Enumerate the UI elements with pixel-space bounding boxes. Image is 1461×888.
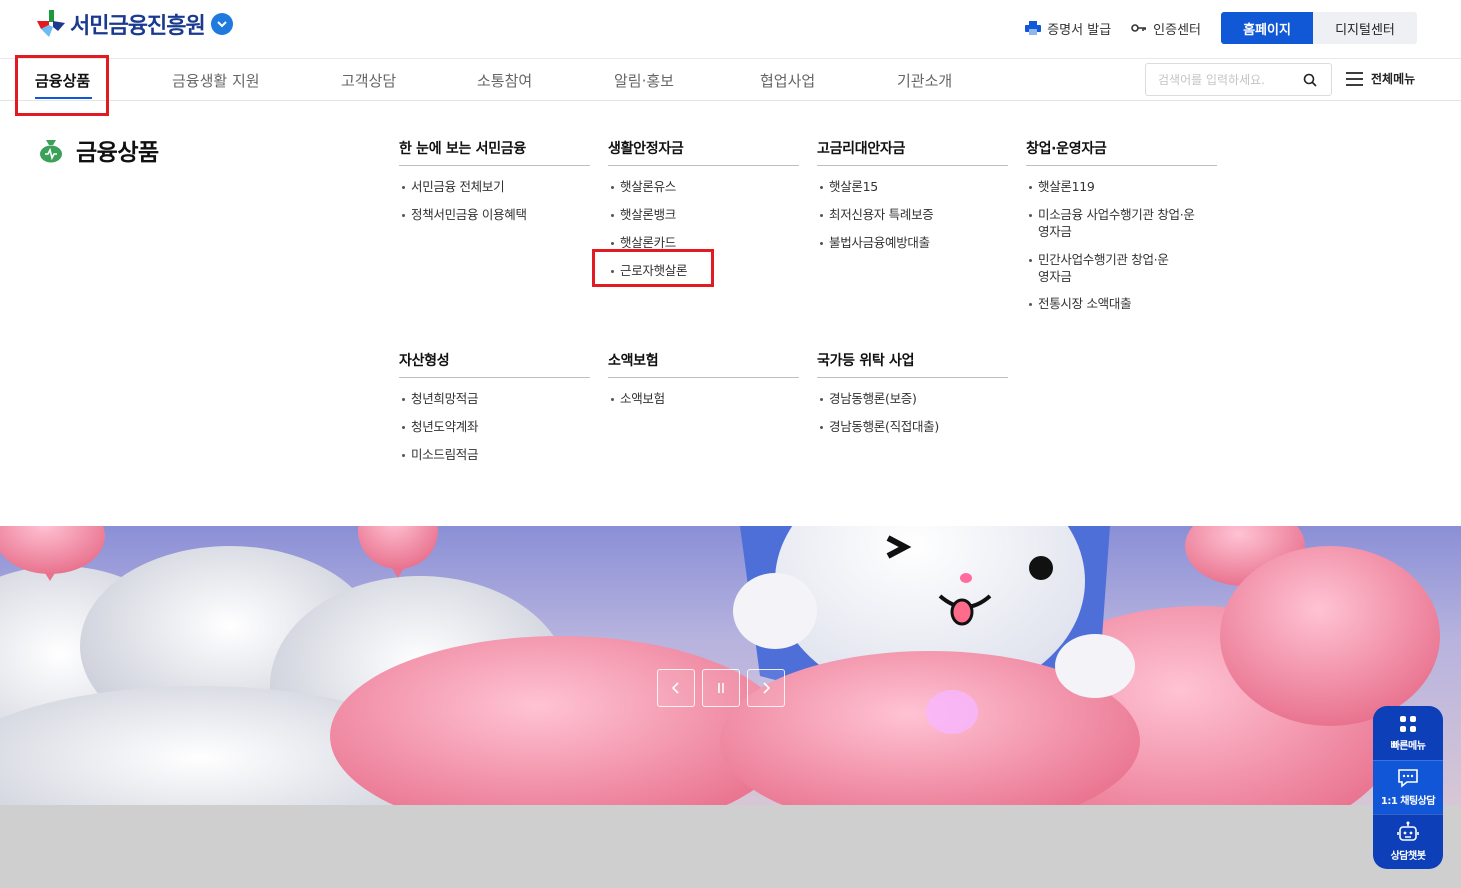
menu-column-micro-insurance: 소액보험 소액보험 <box>608 350 799 419</box>
menu-link[interactable]: 불법사금융예방대출 <box>817 235 1008 252</box>
menu-link[interactable]: 서민금융 전체보기 <box>399 179 590 196</box>
auth-center-link[interactable]: 인증센터 <box>1131 19 1201 38</box>
column-heading: 소액보험 <box>608 350 799 378</box>
certificate-label: 증명서 발급 <box>1047 22 1112 38</box>
menu-link[interactable]: 민간사업수행기관 창업·운영자금 <box>1026 252 1176 286</box>
logo-mark-icon <box>36 9 66 39</box>
slide-next-button[interactable] <box>747 669 785 707</box>
menu-column-high-interest-alternative: 고금리대안자금 햇살론15 최저신용자 특례보증 불법사금융예방대출 <box>817 138 1008 263</box>
menu-link[interactable]: 미소금융 사업수행기관 창업·운영자금 <box>1026 207 1196 241</box>
quick-menu-label: 빠른메뉴 <box>1390 740 1426 752</box>
search-box <box>1145 63 1332 96</box>
grid-icon <box>1400 715 1416 732</box>
menu-link[interactable]: 최저신용자 특례보증 <box>817 207 1008 224</box>
highlight-box-menu-item <box>592 249 714 287</box>
menu-column-asset-building: 자산형성 청년희망적금 청년도약계좌 미소드림적금 <box>399 350 590 475</box>
chatbot-label: 상담챗봇 <box>1390 851 1426 862</box>
menu-link[interactable]: 소액보험 <box>608 391 799 408</box>
logo-text: 서민금융진흥원 <box>70 14 206 39</box>
quick-menu-button[interactable]: 빠른메뉴 <box>1373 706 1443 760</box>
chevron-right-icon <box>763 682 770 694</box>
column-heading: 창업·운영자금 <box>1026 138 1217 166</box>
slide-pause-button[interactable] <box>702 669 740 707</box>
search-icon[interactable] <box>1303 73 1317 87</box>
menu-link[interactable]: 햇살론유스 <box>608 179 799 196</box>
bottom-area <box>0 805 1461 888</box>
menu-column-overview: 한 눈에 보는 서민금융 서민금융 전체보기 정책서민금융 이용혜택 <box>399 138 590 235</box>
hamburger-icon <box>1346 71 1363 86</box>
menu-link[interactable]: 햇살론15 <box>817 179 1008 196</box>
menu-link[interactable]: 청년도약계좌 <box>399 419 590 436</box>
menu-link[interactable]: 미소드림적금 <box>399 447 590 464</box>
all-menu-label: 전체메뉴 <box>1371 72 1416 86</box>
chevron-down-icon[interactable] <box>210 13 233 35</box>
menu-link[interactable]: 경남동행론(보증) <box>817 391 1008 408</box>
key-icon <box>1131 24 1147 32</box>
homepage-button[interactable]: 홈페이지 <box>1221 12 1313 44</box>
chat-icon <box>1398 769 1418 788</box>
column-heading: 자산형성 <box>399 350 590 378</box>
nav-item-notice-pr[interactable]: 알림·홍보 <box>614 70 674 91</box>
quick-menu: 빠른메뉴 1:1 채팅상담 상담챗봇 <box>1373 706 1443 869</box>
auth-center-label: 인증센터 <box>1153 22 1201 38</box>
nav-item-communication[interactable]: 소통참여 <box>477 70 532 91</box>
chat-consult-button[interactable]: 1:1 채팅상담 <box>1373 760 1443 814</box>
menu-column-startup-operating: 창업·운영자금 햇살론119 미소금융 사업수행기관 창업·운영자금 민간사업수… <box>1026 138 1217 324</box>
menu-link[interactable]: 전통시장 소액대출 <box>1026 296 1217 313</box>
chatbot-button[interactable]: 상담챗봇 <box>1373 814 1443 868</box>
digital-center-button[interactable]: 디지털센터 <box>1313 12 1417 44</box>
menu-link[interactable]: 청년희망적금 <box>399 391 590 408</box>
column-heading: 생활안정자금 <box>608 138 799 166</box>
certificate-link[interactable]: 증명서 발급 <box>1025 19 1111 38</box>
pause-icon <box>718 683 724 693</box>
nav-item-about[interactable]: 기관소개 <box>897 70 952 91</box>
printer-icon <box>1025 21 1042 35</box>
mega-menu-title: 금융상품 <box>38 133 159 167</box>
chevron-left-icon <box>672 682 679 694</box>
nav-item-cooperation[interactable]: 협업사업 <box>760 70 815 91</box>
menu-link[interactable]: 경남동행론(직접대출) <box>817 419 1008 436</box>
chat-consult-label: 1:1 채팅상담 <box>1380 796 1436 807</box>
nav-item-financial-life-support[interactable]: 금융생활 지원 <box>172 70 260 91</box>
search-input[interactable] <box>1158 72 1298 87</box>
column-heading: 고금리대안자금 <box>817 138 1008 166</box>
top-bar: 서민금융진흥원 증명서 발급 인증센터 홈페이지 디지털센터 <box>0 0 1461 58</box>
column-heading: 한 눈에 보는 서민금융 <box>399 138 590 166</box>
menu-link[interactable]: 햇살론뱅크 <box>608 207 799 224</box>
column-heading: 국가등 위탁 사업 <box>817 350 1008 378</box>
all-menu-button[interactable]: 전체메뉴 <box>1346 70 1415 87</box>
nav-item-customer-consult[interactable]: 고객상담 <box>341 70 396 91</box>
money-bag-icon <box>40 140 62 163</box>
mega-title-text: 금융상품 <box>76 140 159 166</box>
slide-prev-button[interactable] <box>657 669 695 707</box>
hero-banner <box>0 526 1461 805</box>
site-logo[interactable]: 서민금융진흥원 <box>36 8 233 40</box>
highlight-box-nav <box>15 55 109 116</box>
menu-link[interactable]: 햇살론119 <box>1026 179 1217 196</box>
utility-nav: 증명서 발급 인증센터 홈페이지 디지털센터 <box>1025 12 1417 44</box>
robot-icon <box>1397 821 1419 841</box>
hero-illustration <box>0 526 1440 805</box>
menu-link[interactable]: 정책서민금융 이용혜택 <box>399 207 590 224</box>
menu-column-entrusted-projects: 국가등 위탁 사업 경남동행론(보증) 경남동행론(직접대출) <box>817 350 1008 447</box>
